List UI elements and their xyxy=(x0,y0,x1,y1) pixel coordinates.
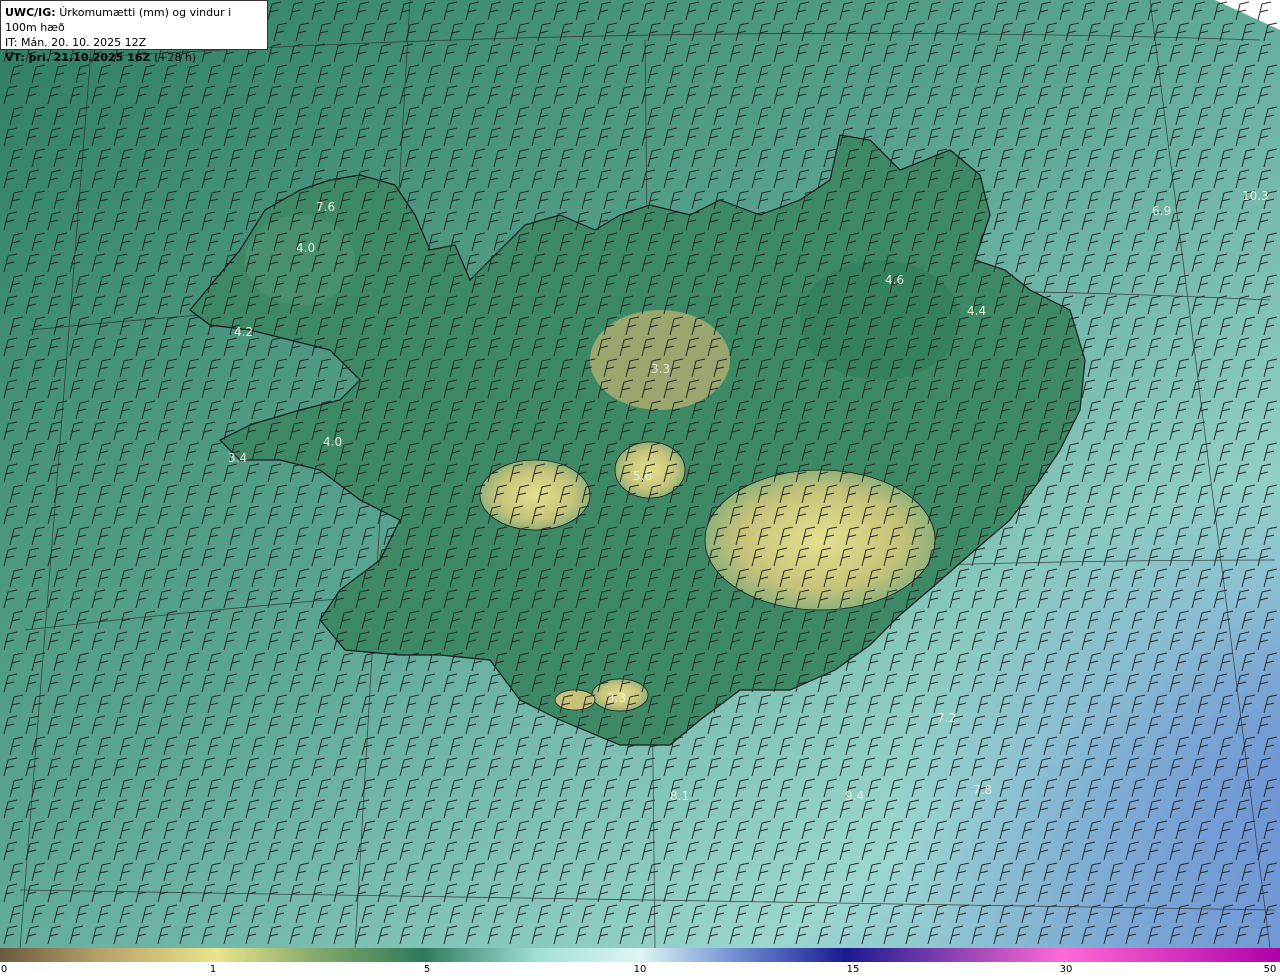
scale-tick: 10 xyxy=(633,964,647,975)
map-value: 4.4 xyxy=(967,304,986,318)
forecast-map: 7.6 4.0 4.2 4.0 3.4 3.3 4.6 4.4 3.3 7.8 … xyxy=(0,0,1280,948)
scale-tick: 50 xyxy=(1263,964,1277,975)
scale-tick: 5 xyxy=(423,964,431,975)
map-value: 3.4 xyxy=(228,451,247,465)
title-line: UWC/IG: Úrkomumætti (mm) og vindur i 100… xyxy=(5,5,263,35)
scale-tick: 30 xyxy=(1059,964,1073,975)
map-value: 7.6 xyxy=(316,200,335,214)
map-value: 3.3 xyxy=(607,691,626,705)
map-value: 5.6 xyxy=(633,469,652,483)
color-scale-bar xyxy=(0,948,1280,962)
valid-time: VT: þri. 21.10.2025 16Z xyxy=(5,51,151,64)
scale-tick: 1 xyxy=(209,964,217,975)
map-value: 6.9 xyxy=(1152,204,1171,218)
valid-offset: (+28 h) xyxy=(153,51,197,64)
map-value: 4.2 xyxy=(234,325,253,339)
map-value: 7.8 xyxy=(973,783,992,797)
map-info-box: UWC/IG: Úrkomumætti (mm) og vindur i 100… xyxy=(0,0,268,64)
map-value: 4.0 xyxy=(323,435,342,449)
map-value: 7.2 xyxy=(937,711,956,725)
map-value: 10.3 xyxy=(1242,189,1269,203)
map-value: 4.6 xyxy=(885,273,904,287)
map-value: 3.3 xyxy=(651,362,670,376)
valid-time-line: VT: þri. 21.10.2025 16Z (+28 h) xyxy=(5,50,263,65)
issue-time: IT: Mán. 20. 10. 2025 12Z xyxy=(5,36,147,49)
color-scale: 0 1 5 10 15 30 50 xyxy=(0,948,1280,978)
model-label: UWC/IG: xyxy=(5,6,56,19)
scale-tick: 15 xyxy=(846,964,860,975)
map-value: 9.4 xyxy=(845,789,864,803)
map-value: 8.1 xyxy=(670,789,689,803)
map-value: 4.0 xyxy=(296,241,315,255)
scale-tick: 0 xyxy=(0,964,8,975)
